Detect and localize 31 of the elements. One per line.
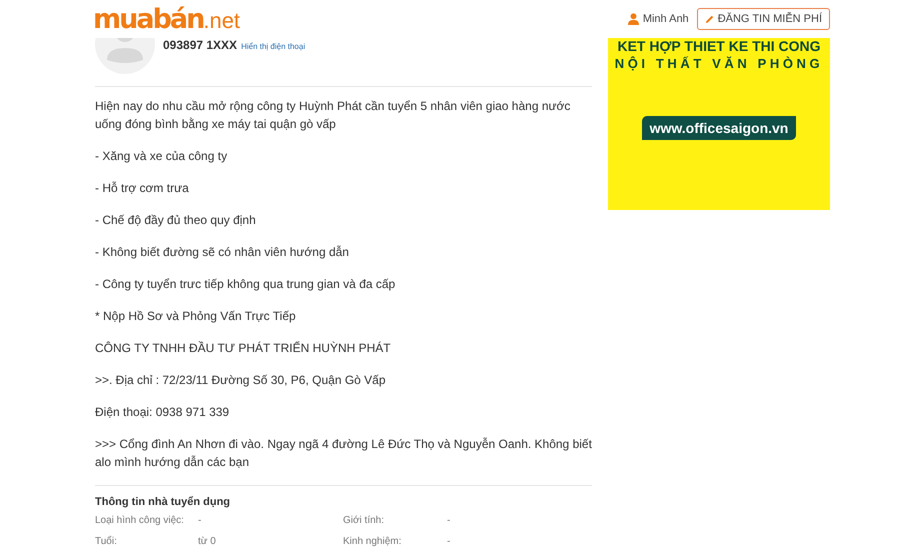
description-paragraph: >>. Địa chỉ : 72/23/11 Đường Số 30, P6, Quận Gò Vấp — [95, 372, 387, 389]
ad-headline: NỘI THẤT VĂN PHÒNG — [614, 55, 824, 72]
phone-number: 093897 1XXX — [163, 38, 238, 52]
pencil-icon — [704, 14, 714, 24]
description-paragraph: - Công ty tuyển trưc tiếp không qua trung gian và đa cấp — [95, 276, 396, 293]
description-paragraph: - Chế độ đầy đủ theo quy định — [95, 212, 257, 229]
user-icon — [628, 13, 639, 25]
field-label: Tuổi: — [95, 535, 118, 548]
description-paragraph: - Xăng và xe của công ty — [95, 148, 228, 165]
description-paragraph: >>> Cổng đình An Nhơn đi vào. Ngay ngã 4 đường Lê Đức Thọ và Nguyễn Oanh. Không biết alo mình hướng dẫn các bạn — [95, 436, 592, 471]
description-paragraph: CÔNG TY TNHH ĐẦU TƯ PHÁT TRIỂN HUỲNH PHÁT — [95, 340, 392, 357]
user-link[interactable]: Minh Anh — [628, 13, 689, 25]
description-paragraph: * Nộp Hồ Sơ và Phỏng Vấn Trực Tiếp — [95, 308, 297, 325]
ad-url-label: www.officesaigon.vn — [642, 116, 796, 140]
section-title: Thông tin nhà tuyển dụng — [95, 496, 232, 508]
post-ad-button[interactable]: ĐĂNG TIN MIỄN PHÍ — [696, 8, 830, 30]
field-label: Giới tính: — [343, 514, 386, 527]
field-value: từ 0 — [198, 535, 217, 548]
description-paragraph: Điện thoại: 0938 971 339 — [95, 404, 230, 421]
field-value: - — [447, 514, 452, 527]
field-value: - — [198, 514, 202, 527]
ad-headline: KET HỢP THIET KE THI CONG — [617, 38, 821, 55]
avatar-icon — [95, 38, 155, 74]
field-label: Kinh nghiệm: — [343, 535, 402, 548]
field-value: - — [447, 535, 452, 548]
description-paragraph: - Hỗ trợ cơm trưa — [95, 180, 190, 197]
show-phone-link[interactable]: Hiển thị điện thoại — [241, 42, 306, 51]
description-paragraph: Hiện nay do nhu cầu mở rộng công ty Huỳnh Phát cần tuyển 5 nhân viên giao hàng nước uống đóng bình bằng xe máy tai quận gò vấp — [95, 98, 572, 133]
field-label: Loại hình công việc: — [95, 514, 185, 527]
description-paragraph: - Không biết đường sẽ có nhân viên hướng dẫn — [95, 244, 350, 261]
advertisement-banner[interactable]: KET HỢP THIET KE THI CONG NỘI THẤT VĂN PHÒNG www.officesaigon.vn — [608, 38, 830, 210]
